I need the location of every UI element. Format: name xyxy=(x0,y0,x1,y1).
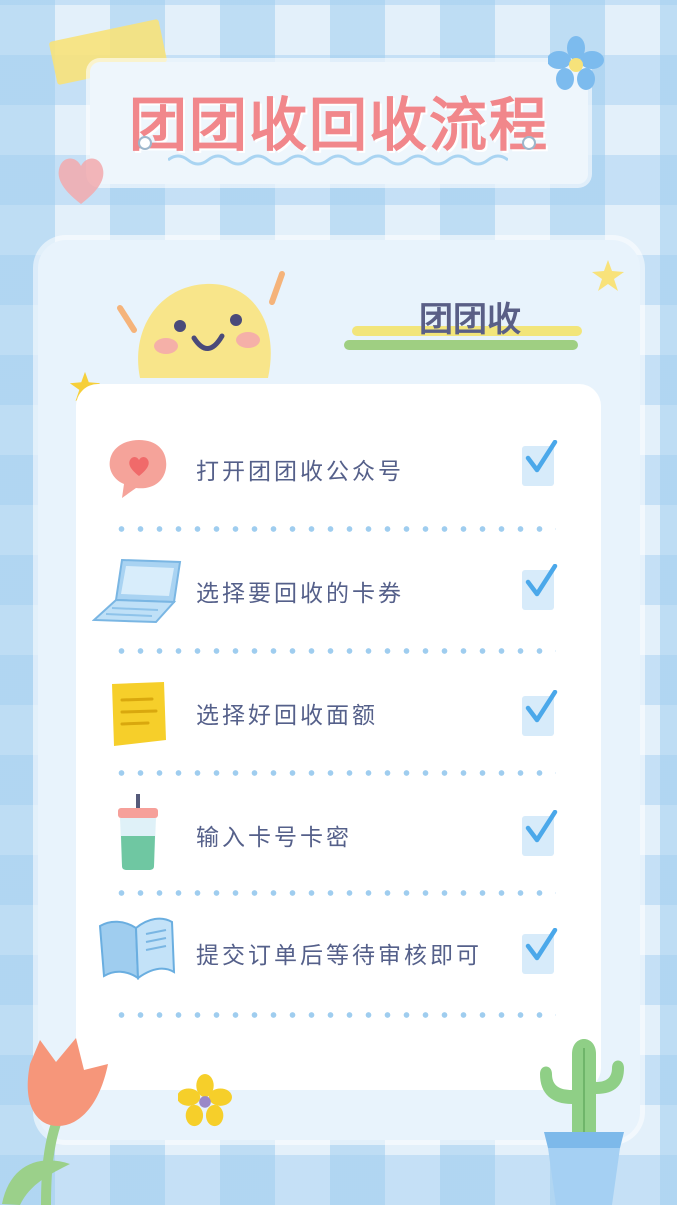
title-banner: 团团收回收流程 xyxy=(90,62,588,184)
step-label: 打开团团收公众号 xyxy=(196,459,404,485)
heart-bubble-icon xyxy=(109,440,167,498)
dotted-divider xyxy=(112,770,556,776)
smiley-sun-icon xyxy=(117,271,285,378)
step-label: 选择要回收的卡券 xyxy=(196,581,404,607)
flower-icon xyxy=(178,1074,232,1127)
check-icon xyxy=(522,690,558,736)
brand-label: 团团收 xyxy=(419,300,521,340)
brand-underline xyxy=(344,340,578,350)
dotted-divider xyxy=(112,890,556,896)
star-icon xyxy=(592,260,624,291)
check-icon xyxy=(522,928,558,974)
open-book-icon xyxy=(98,917,176,980)
flower-icon xyxy=(548,36,604,90)
tulip-icon xyxy=(2,1038,108,1205)
step-label: 选择好回收面额 xyxy=(196,703,378,729)
dotted-divider xyxy=(112,1012,556,1018)
check-icon xyxy=(522,440,558,486)
page-title: 团团收回收流程 xyxy=(128,91,549,159)
dotted-divider xyxy=(112,526,556,532)
heart-icon xyxy=(58,158,104,204)
check-icon xyxy=(522,564,558,610)
drink-cup-icon xyxy=(118,794,158,870)
pin-decoration xyxy=(522,136,536,150)
cactus-icon xyxy=(540,1039,624,1205)
pin-decoration xyxy=(138,136,152,150)
step-label: 输入卡号卡密 xyxy=(196,825,352,851)
dotted-divider xyxy=(112,648,556,654)
wave-decoration xyxy=(168,154,508,166)
laptop-icon xyxy=(92,558,182,624)
sticky-note-icon xyxy=(112,682,166,746)
step-label: 提交订单后等待审核即可 xyxy=(196,943,482,969)
check-icon xyxy=(522,810,558,856)
